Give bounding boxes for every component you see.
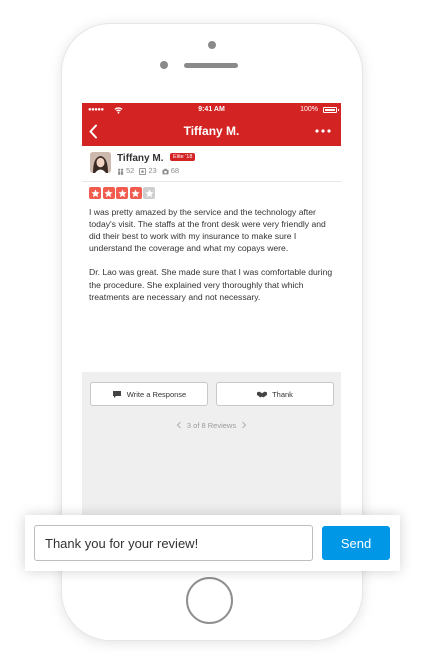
friends-count: 52 [126,166,135,175]
proximity-sensor [160,61,168,69]
user-stats: 52 23 68 [117,166,184,176]
send-button[interactable]: Send [322,526,390,560]
elite-badge: Elite '18 [170,153,196,161]
divider [82,181,341,182]
star-empty-icon [143,187,155,199]
photos-count: 68 [170,166,180,175]
friends-icon [118,168,124,175]
more-dots-icon[interactable] [315,129,331,133]
star-filled-icon [102,187,115,199]
top-bar: ●●●●● 9:41 AM 100% Tiffany M. [82,103,341,146]
photos-stat: 68 [162,166,179,176]
reply-panel: Send [25,515,400,571]
star-rating [89,187,157,199]
reply-input[interactable] [34,525,313,561]
earpiece-speaker [184,63,238,68]
friends-stat: 52 [117,166,134,176]
phone-screen: ●●●●● 9:41 AM 100% Tiffany M. Tiffany M.… [82,103,341,519]
review-body: I was pretty amazed by the service and t… [89,206,339,315]
battery-icon [323,107,339,113]
home-button[interactable] [186,577,233,624]
star-filled-icon [116,187,128,199]
reviews-stat: 23 [139,166,157,176]
stage: ●●●●● 9:41 AM 100% Tiffany M. Tiffany M.… [0,0,425,666]
status-bar: ●●●●● 9:41 AM 100% [82,103,341,117]
chevron-left-icon[interactable] [176,421,182,429]
chevron-right-icon[interactable] [241,421,247,429]
front-camera [208,41,216,49]
user-photo-icon [90,152,111,173]
camera-icon [162,168,169,174]
handshake-icon [257,391,268,397]
thank-button[interactable]: Thank [216,382,334,406]
star-filled-icon [89,187,101,199]
review-paragraph: I was pretty amazed by the service and t… [89,207,326,254]
review-pager: 3 of 8 Reviews [82,419,341,431]
write-response-button[interactable]: Write a Response [90,382,208,406]
page-title: Tiffany M. [183,124,240,138]
speech-bubble-icon [112,390,121,398]
review-card: Tiffany M. Elite '18 52 23 68 I was pret… [82,146,341,372]
star-filled-icon [129,187,142,199]
avatar[interactable] [90,152,111,173]
pager-text: 3 of 8 Reviews [186,420,237,430]
review-star-icon [139,167,147,175]
write-response-label: Write a Response [126,389,187,399]
battery-percentage: 100% [300,106,318,113]
thank-label: Thank [272,389,293,399]
navigation-bar: Tiffany M. [82,117,341,146]
reviews-count: 23 [148,166,157,175]
user-name[interactable]: Tiffany M. [117,153,163,164]
review-paragraph: Dr. Lao was great. She made sure that I … [89,267,333,302]
